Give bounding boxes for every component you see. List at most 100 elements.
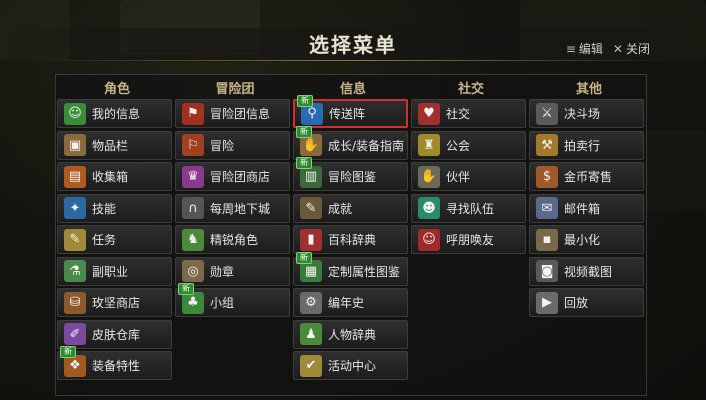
menu-item[interactable]: ♛ 冒险团商店 xyxy=(175,162,290,191)
gavel-icon: ⚒ xyxy=(536,134,558,156)
menu-item-label: 装备特性 xyxy=(92,359,141,373)
menu-item[interactable]: ✋ 伙伴 xyxy=(411,162,526,191)
menu-item[interactable]: ☺ 我的信息 xyxy=(57,99,172,128)
bag-icon: ▣ xyxy=(64,134,86,156)
menu-item[interactable]: ⚑ 冒险团信息 xyxy=(175,99,290,128)
menu-item-label: 小组 xyxy=(210,296,235,310)
top-actions: ≡ 编辑 ✕ 关闭 xyxy=(566,40,650,57)
menu-item[interactable]: ⛁ 玫坚商店 xyxy=(57,288,172,317)
new-badge: 新 xyxy=(296,157,312,169)
menu-item-label: 人物辞典 xyxy=(328,327,377,342)
menu-item[interactable]: ✦ 技能 xyxy=(57,193,172,223)
encyclopedia-icon: ▮ xyxy=(300,228,322,251)
menu-item[interactable]: ⚒ 拍卖行 xyxy=(529,130,644,160)
menu-item[interactable]: ▣ 物品栏 xyxy=(57,130,172,160)
menu-item-label: 邮件箱 xyxy=(564,201,601,216)
menu-item-label: 收集箱 xyxy=(92,170,129,184)
scroll-icon: ✎ xyxy=(64,228,86,251)
menu-item[interactable]: ▶ 回放 xyxy=(529,288,644,317)
menu-column: 社交 ♥ 社交 ♜ 公会 ✋ 伙伴 ☻ 寻找队伍 ☺ 呼朋唤友 xyxy=(411,78,531,257)
new-badge: 新 xyxy=(296,125,312,138)
menu-item[interactable]: ⚐ 冒险 xyxy=(175,130,290,160)
menu-item-label: 定制属性图鉴 xyxy=(328,264,401,279)
menu-item-label: 勋章 xyxy=(210,264,235,279)
column-header: 其他 xyxy=(529,78,649,97)
friend-call-icon: ☺ xyxy=(418,228,440,251)
menu-item-label: 玫坚商店 xyxy=(92,296,141,310)
menu-item[interactable]: ✐ 皮肤仓库 xyxy=(57,319,172,349)
menu-item[interactable]: ♞ 精锐角色 xyxy=(175,225,290,254)
menu-item-label: 技能 xyxy=(92,201,117,216)
close-label: 关闭 xyxy=(625,42,650,56)
menu-item[interactable]: ▤ 收集箱 xyxy=(57,162,172,191)
menu-item[interactable]: ⚲ 传送阵新 xyxy=(293,95,408,128)
menu-item-label: 编年史 xyxy=(328,296,365,310)
close-button[interactable]: ✕ 关闭 xyxy=(613,40,650,57)
menu-item-label: 精锐角色 xyxy=(210,233,259,247)
new-badge: 新 xyxy=(296,251,312,264)
merchant-icon: ♛ xyxy=(182,165,204,188)
menu-item[interactable]: ☻ 寻找队伍 xyxy=(411,193,526,223)
elite-icon: ♞ xyxy=(182,228,204,251)
menu-item-label: 百科辞典 xyxy=(328,233,377,247)
menu-item[interactable]: ◙ 视频截图 xyxy=(529,256,644,286)
menu-item[interactable]: ◎ 勋章 xyxy=(175,256,290,286)
menu-item[interactable]: ♥ 社交 xyxy=(411,99,526,128)
close-icon: ✕ xyxy=(612,42,623,56)
menu-item[interactable]: ♜ 公会 xyxy=(411,130,526,160)
menu-item[interactable]: ⚗ 副职业 xyxy=(57,256,172,286)
menu-item[interactable]: ♣ 小组新 xyxy=(175,283,290,317)
menu-item-label: 任务 xyxy=(92,233,117,247)
menu-item[interactable]: ✉ 邮件箱 xyxy=(529,193,644,223)
menu-item-label: 冒险团信息 xyxy=(210,107,271,121)
menu-item[interactable]: ✔ 活动中心 xyxy=(293,351,408,380)
menu-item[interactable]: ✋ 成长/装备指南新 xyxy=(293,125,408,160)
menu-item[interactable]: ☺ 呼朋唤友 xyxy=(411,225,526,254)
swords-icon: ⚔ xyxy=(536,102,558,125)
column-header: 角色 xyxy=(57,78,177,97)
menu-item[interactable]: ♟ 人物辞典 xyxy=(293,319,408,349)
gear-icon: ⚙ xyxy=(300,291,322,314)
menu-item[interactable]: ▮ 百科辞典 xyxy=(293,225,408,254)
handshake-icon: ✋ xyxy=(418,165,440,188)
menu-item-label: 我的信息 xyxy=(92,107,141,121)
menu-item[interactable]: ✎ 任务 xyxy=(57,225,172,254)
edit-button[interactable]: ≡ 编辑 xyxy=(566,40,603,57)
replay-icon: ▶ xyxy=(536,291,558,314)
minimize-icon: ▪ xyxy=(536,228,558,251)
medal-icon: ◎ xyxy=(182,260,204,282)
column-header: 冒险团 xyxy=(175,78,295,97)
menu-item-label: 活动中心 xyxy=(328,359,377,373)
menu-item-label: 回放 xyxy=(564,296,589,310)
menu-item[interactable]: $ 金币寄售 xyxy=(529,162,644,191)
menu-item[interactable]: ▪ 最小化 xyxy=(529,225,644,254)
new-badge: 新 xyxy=(178,283,194,295)
menu-column: 其他 ⚔ 决斗场 ⚒ 拍卖行 $ 金币寄售 ✉ 邮件箱 ▪ 最小化 ◙ 视频截图 ▶ 回放 xyxy=(529,78,649,320)
gate-icon: ∩ xyxy=(182,197,204,219)
menu-item-label: 视频截图 xyxy=(564,264,613,279)
menu-item[interactable]: ⚔ 决斗场 xyxy=(529,99,644,128)
potion-icon: ⚗ xyxy=(64,260,86,282)
menu-item[interactable]: ∩ 每周地下城 xyxy=(175,193,290,223)
party-icon: ☻ xyxy=(418,197,440,219)
menu-item[interactable]: ▦ 定制属性图鉴新 xyxy=(293,251,408,286)
social-shield-icon: ♥ xyxy=(418,102,440,125)
achievement-icon: ✎ xyxy=(300,197,322,219)
menu-item-label: 成就 xyxy=(328,201,353,216)
menu-column: 冒险团 ⚑ 冒险团信息 ⚐ 冒险 ♛ 冒险团商店 ∩ 每周地下城 ♞ 精锐角色 ◎ 勋章 ♣ 小组新 xyxy=(175,78,295,320)
checklist-icon: ✔ xyxy=(300,354,322,377)
menu-item-label: 成长/装备指南 xyxy=(328,138,405,153)
menu-item-label: 金币寄售 xyxy=(564,170,613,184)
menu-item-label: 传送阵 xyxy=(329,107,366,121)
menu-item-label: 决斗场 xyxy=(564,107,601,121)
menu-item-label: 冒险团商店 xyxy=(210,170,271,184)
person-icon: ☺ xyxy=(64,102,86,125)
menu-item[interactable]: ✎ 成就 xyxy=(293,193,408,223)
chest-icon: ▤ xyxy=(64,165,86,188)
menu-item-label: 拍卖行 xyxy=(564,138,601,153)
menu-item[interactable]: ❖ 装备特性新 xyxy=(57,346,172,380)
menu-item[interactable]: ▥ 冒险图鉴新 xyxy=(293,157,408,191)
menu-item[interactable]: ⚙ 编年史 xyxy=(293,288,408,317)
menu-item-label: 公会 xyxy=(446,138,471,153)
menu-item-label: 最小化 xyxy=(564,233,601,247)
